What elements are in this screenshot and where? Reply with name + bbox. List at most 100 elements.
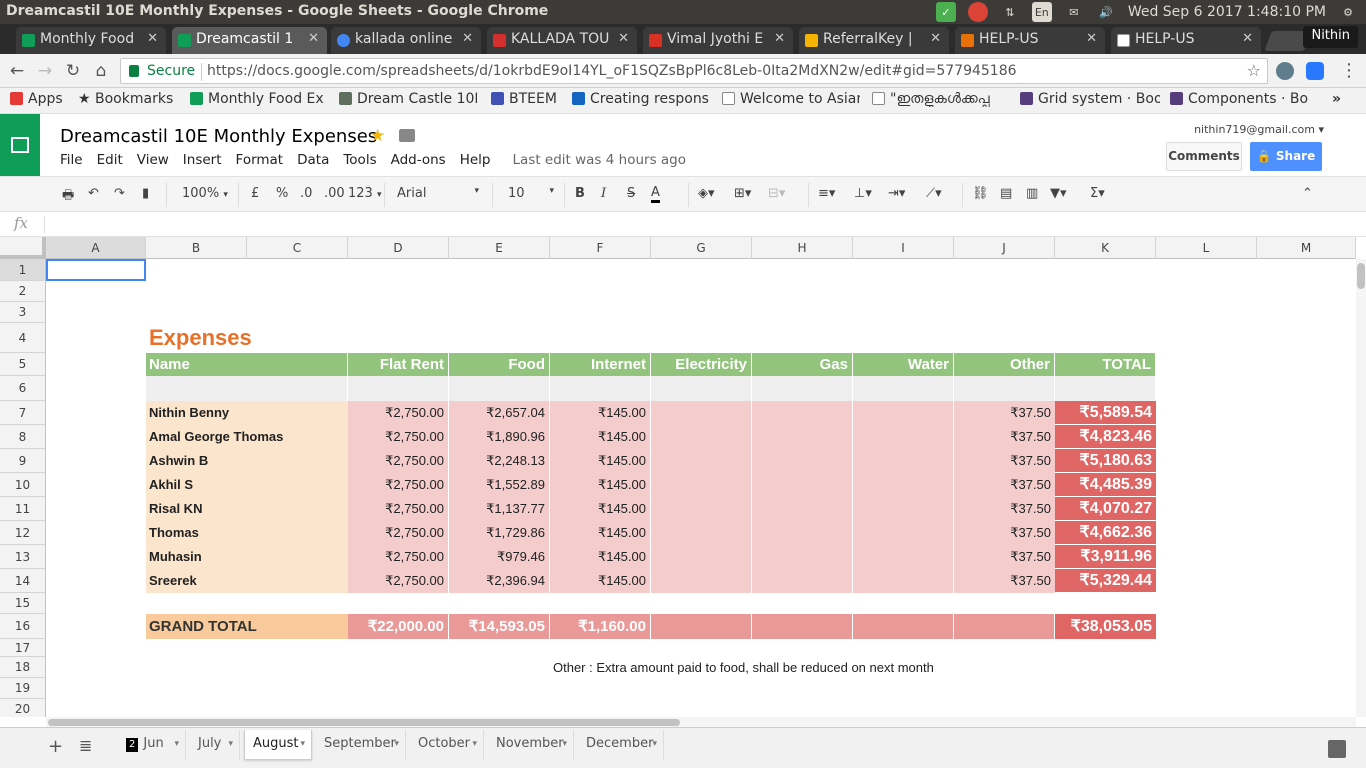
formula-bar[interactable]: fx: [0, 212, 1366, 237]
sheet-tab-november[interactable]: November ▾: [488, 730, 574, 760]
flat-rent-cell[interactable]: ₹2,750.00: [348, 401, 449, 425]
more-bookmarks-button[interactable]: »: [1332, 91, 1352, 107]
grand-total-label[interactable]: GRAND TOTAL: [146, 614, 348, 639]
volume-icon[interactable]: 🔊: [1096, 2, 1116, 22]
close-icon[interactable]: ✕: [930, 31, 941, 46]
empty-cell[interactable]: [348, 376, 449, 401]
column-header-k[interactable]: K: [1055, 237, 1156, 259]
row-header-13[interactable]: 13: [0, 545, 46, 569]
grand-total-value[interactable]: ₹38,053.05: [1055, 614, 1156, 639]
back-arrow-icon[interactable]: ←: [6, 60, 28, 82]
column-header-b[interactable]: B: [146, 237, 247, 259]
gas-cell[interactable]: [752, 497, 853, 521]
row-header-16[interactable]: 16: [0, 614, 46, 639]
browser-tab[interactable]: HELP-US ✕: [1111, 27, 1261, 54]
grand-total-food[interactable]: ₹14,593.05: [449, 614, 550, 639]
food-cell[interactable]: ₹979.46: [449, 545, 550, 569]
row-header-19[interactable]: 19: [0, 678, 46, 699]
electricity-cell[interactable]: [651, 401, 752, 425]
column-header-e[interactable]: E: [449, 237, 550, 259]
row-header-7[interactable]: 7: [0, 401, 46, 425]
internet-cell[interactable]: ₹145.00: [550, 497, 651, 521]
column-header-f[interactable]: F: [550, 237, 651, 259]
flat-rent-cell[interactable]: ₹2,750.00: [348, 521, 449, 545]
sheet-tab-december[interactable]: December ▾: [578, 730, 664, 760]
chevron-down-icon[interactable]: ▾: [562, 730, 567, 758]
person-name[interactable]: Sreerek: [146, 569, 348, 593]
sheet-tab-jun[interactable]: 2 Jun ▾: [118, 730, 186, 760]
menu-view[interactable]: View: [137, 152, 169, 168]
flat-rent-cell[interactable]: ₹2,750.00: [348, 569, 449, 593]
column-header-d[interactable]: D: [348, 237, 449, 259]
menu-addons[interactable]: Add-ons: [391, 152, 446, 168]
print-icon[interactable]: 🖶: [62, 186, 74, 208]
header-gas[interactable]: Gas: [752, 353, 853, 376]
flat-rent-cell[interactable]: ₹2,750.00: [348, 473, 449, 497]
merge-cells-icon[interactable]: ⊟▾: [768, 186, 785, 201]
other-cell[interactable]: ₹37.50: [954, 497, 1055, 521]
food-cell[interactable]: ₹2,396.94: [449, 569, 550, 593]
header-other[interactable]: Other: [954, 353, 1055, 376]
network-icon[interactable]: ⇅: [1000, 2, 1020, 22]
close-icon[interactable]: ✕: [618, 31, 629, 46]
row-header-9[interactable]: 9: [0, 449, 46, 473]
person-name[interactable]: Risal KN: [146, 497, 348, 521]
row-header-6[interactable]: 6: [0, 376, 46, 401]
row-header-5[interactable]: 5: [0, 353, 46, 376]
sheet-tab-august[interactable]: August ▾: [244, 730, 312, 760]
row-header-4[interactable]: 4: [0, 323, 46, 353]
menu-insert[interactable]: Insert: [183, 152, 222, 168]
grand-total-internet[interactable]: ₹1,160.00: [550, 614, 651, 639]
reload-icon[interactable]: ↻: [62, 60, 84, 82]
electricity-cell[interactable]: [651, 569, 752, 593]
gas-cell[interactable]: [752, 401, 853, 425]
header-name[interactable]: Name: [146, 353, 348, 376]
column-header-j[interactable]: J: [954, 237, 1055, 259]
chart-icon[interactable]: ▥: [1026, 186, 1038, 201]
water-cell[interactable]: [853, 473, 954, 497]
folder-icon[interactable]: [399, 129, 415, 142]
sheet-tab-july[interactable]: July ▾: [190, 730, 240, 760]
grand-total-empty[interactable]: [853, 614, 954, 639]
header-internet[interactable]: Internet: [550, 353, 651, 376]
header-water[interactable]: Water: [853, 353, 954, 376]
header-electricity[interactable]: Electricity: [651, 353, 752, 376]
functions-icon[interactable]: Σ▾: [1090, 186, 1105, 201]
gear-icon[interactable]: ⚙: [1338, 2, 1358, 22]
column-header-a[interactable]: A: [46, 237, 146, 259]
person-name[interactable]: Nithin Benny: [146, 401, 348, 425]
row-header-20[interactable]: 20: [0, 699, 46, 717]
browser-tab-active[interactable]: Dreamcastil 1 ✕: [172, 27, 327, 54]
gas-cell[interactable]: [752, 545, 853, 569]
row-header-15[interactable]: 15: [0, 593, 46, 614]
row-header-10[interactable]: 10: [0, 473, 46, 497]
header-flat-rent[interactable]: Flat Rent: [348, 353, 449, 376]
clock[interactable]: Wed Sep 6 2017 1:48:10 PM: [1128, 4, 1326, 20]
internet-cell[interactable]: ₹145.00: [550, 473, 651, 497]
close-icon[interactable]: ✕: [1086, 31, 1097, 46]
grand-total-empty[interactable]: [954, 614, 1055, 639]
water-cell[interactable]: [853, 521, 954, 545]
url-text[interactable]: https://docs.google.com/spreadsheets/d/1…: [207, 63, 1017, 79]
total-cell[interactable]: ₹4,662.36: [1055, 521, 1156, 545]
empty-cell[interactable]: [752, 376, 853, 401]
font-select[interactable]: Arial ▾: [397, 186, 481, 201]
food-cell[interactable]: ₹2,248.13: [449, 449, 550, 473]
extension-icon[interactable]: [1306, 62, 1324, 80]
horizontal-scrollbar[interactable]: [46, 717, 1356, 727]
empty-cell[interactable]: [449, 376, 550, 401]
text-wrap-icon[interactable]: ⇥▾: [888, 186, 905, 201]
text-rotation-icon[interactable]: ⟋▾: [926, 186, 942, 201]
paint-format-icon[interactable]: ▮: [142, 186, 149, 201]
browser-tab[interactable]: KALLADA TOU ✕: [487, 27, 637, 54]
empty-cell[interactable]: [1055, 376, 1156, 401]
close-icon[interactable]: ✕: [147, 31, 158, 46]
water-cell[interactable]: [853, 401, 954, 425]
number-format-select[interactable]: 123 ▾: [348, 186, 382, 201]
electricity-cell[interactable]: [651, 449, 752, 473]
menu-format[interactable]: Format: [236, 152, 284, 168]
empty-cell[interactable]: [954, 376, 1055, 401]
undo-icon[interactable]: ↶: [88, 186, 99, 201]
empty-cell[interactable]: [853, 376, 954, 401]
other-cell[interactable]: ₹37.50: [954, 521, 1055, 545]
